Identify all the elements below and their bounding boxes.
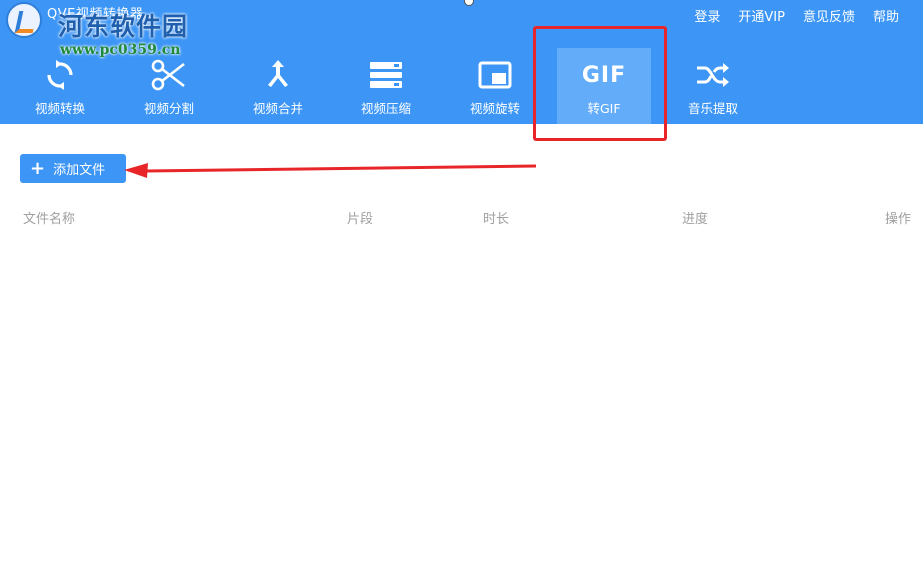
title-bar: QVE视频转换器 河东软件园 www.pc0359.cn 登录 开通VIP 意见… xyxy=(0,0,923,124)
tool-label: 视频旋转 xyxy=(469,101,520,116)
tool-music-extract[interactable]: 音乐提取 xyxy=(666,48,760,124)
column-file-name[interactable]: 文件名称 xyxy=(23,208,75,227)
tool-label: 音乐提取 xyxy=(687,101,738,116)
merge-icon xyxy=(231,56,325,94)
tool-label: 视频合并 xyxy=(252,101,303,116)
file-table-header: 文件名称 片段 时长 进度 操作 xyxy=(0,208,923,228)
tool-video-compress[interactable]: 视频压缩 xyxy=(339,48,433,124)
tool-video-rotate[interactable]: 视频旋转 xyxy=(448,48,542,124)
add-file-button[interactable]: + 添加文件 xyxy=(20,154,126,183)
annotation-highlight-box xyxy=(533,26,667,141)
login-link[interactable]: 登录 xyxy=(694,6,720,25)
vip-link[interactable]: 开通VIP xyxy=(738,6,785,25)
annotation-arrow-icon xyxy=(124,163,537,178)
column-segment[interactable]: 片段 xyxy=(347,208,373,227)
compress-icon xyxy=(339,56,433,94)
scissors-icon xyxy=(122,56,216,94)
tool-label: 视频分割 xyxy=(143,101,194,116)
tool-label: 视频压缩 xyxy=(360,101,411,116)
column-duration[interactable]: 时长 xyxy=(483,208,509,227)
column-actions[interactable]: 操作 xyxy=(885,208,911,227)
shuffle-icon xyxy=(666,56,760,94)
feedback-link[interactable]: 意见反馈 xyxy=(803,6,855,25)
tool-video-split[interactable]: 视频分割 xyxy=(122,48,216,124)
add-file-label: 添加文件 xyxy=(53,163,106,178)
help-link[interactable]: 帮助 xyxy=(873,6,899,25)
top-links: 登录 开通VIP 意见反馈 帮助 xyxy=(694,6,899,25)
column-progress[interactable]: 进度 xyxy=(682,208,708,227)
tool-label: 视频转换 xyxy=(34,101,85,116)
tool-video-convert[interactable]: 视频转换 xyxy=(13,48,107,124)
file-list-area[interactable] xyxy=(0,230,923,580)
watermark-text: 河东软件园 xyxy=(58,12,189,41)
plus-icon: + xyxy=(30,157,46,179)
tool-video-merge[interactable]: 视频合并 xyxy=(231,48,325,124)
rotate-icon xyxy=(448,56,542,94)
app-logo-icon xyxy=(6,2,42,38)
refresh-icon xyxy=(13,56,107,94)
